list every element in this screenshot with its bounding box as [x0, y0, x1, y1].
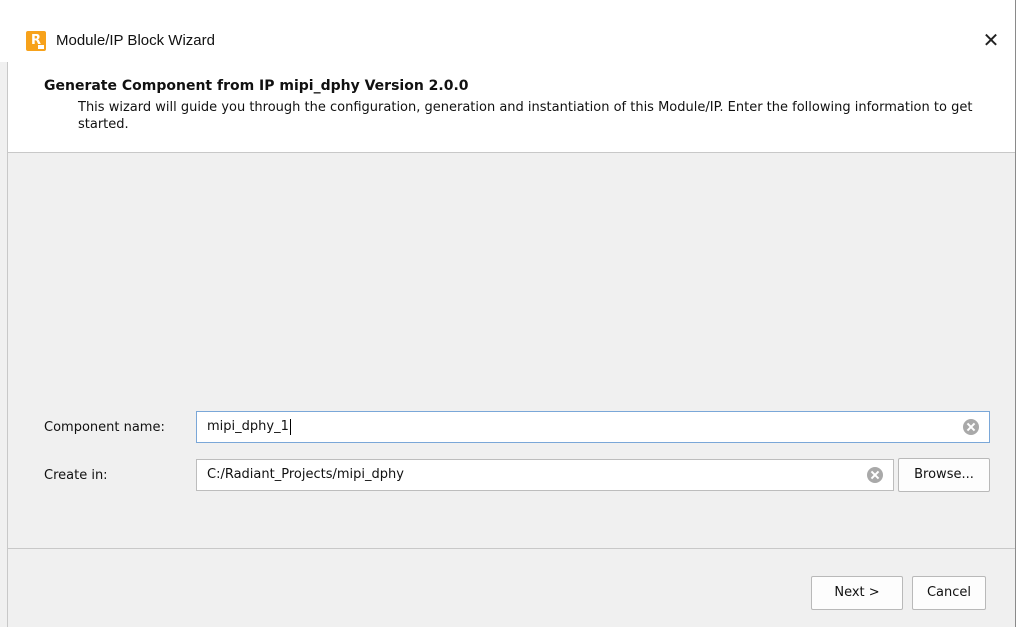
next-button[interactable]: Next >	[811, 576, 903, 610]
title-bar: R Module/IP Block Wizard ✕	[0, 0, 1015, 62]
clear-icon[interactable]	[963, 419, 979, 435]
clear-icon[interactable]	[867, 467, 883, 483]
text-caret	[289, 418, 291, 435]
create-in-value: C:/Radiant_Projects/mipi_dphy	[207, 467, 404, 482]
browse-button[interactable]: Browse...	[898, 458, 990, 492]
wizard-window: R Module/IP Block Wizard ✕ Generate Comp…	[0, 0, 1016, 627]
footer-bar: Next > Cancel	[8, 549, 1015, 627]
page-description: This wizard will guide you through the c…	[78, 100, 973, 132]
window-title: Module/IP Block Wizard	[56, 32, 215, 49]
app-icon: R	[26, 31, 46, 51]
cancel-button[interactable]: Cancel	[912, 576, 986, 610]
component-name-label: Component name:	[44, 420, 165, 435]
page-title: Generate Component from IP mipi_dphy Ver…	[44, 78, 469, 94]
header-panel: Generate Component from IP mipi_dphy Ver…	[8, 62, 1015, 153]
create-in-input[interactable]: C:/Radiant_Projects/mipi_dphy	[196, 459, 894, 491]
form-area: Component name: mipi_dphy_1 Create in: C…	[8, 153, 1015, 547]
component-name-input[interactable]: mipi_dphy_1	[196, 411, 990, 443]
component-name-value: mipi_dphy_1	[207, 419, 289, 434]
close-icon[interactable]: ✕	[968, 18, 1014, 62]
create-in-label: Create in:	[44, 468, 108, 483]
